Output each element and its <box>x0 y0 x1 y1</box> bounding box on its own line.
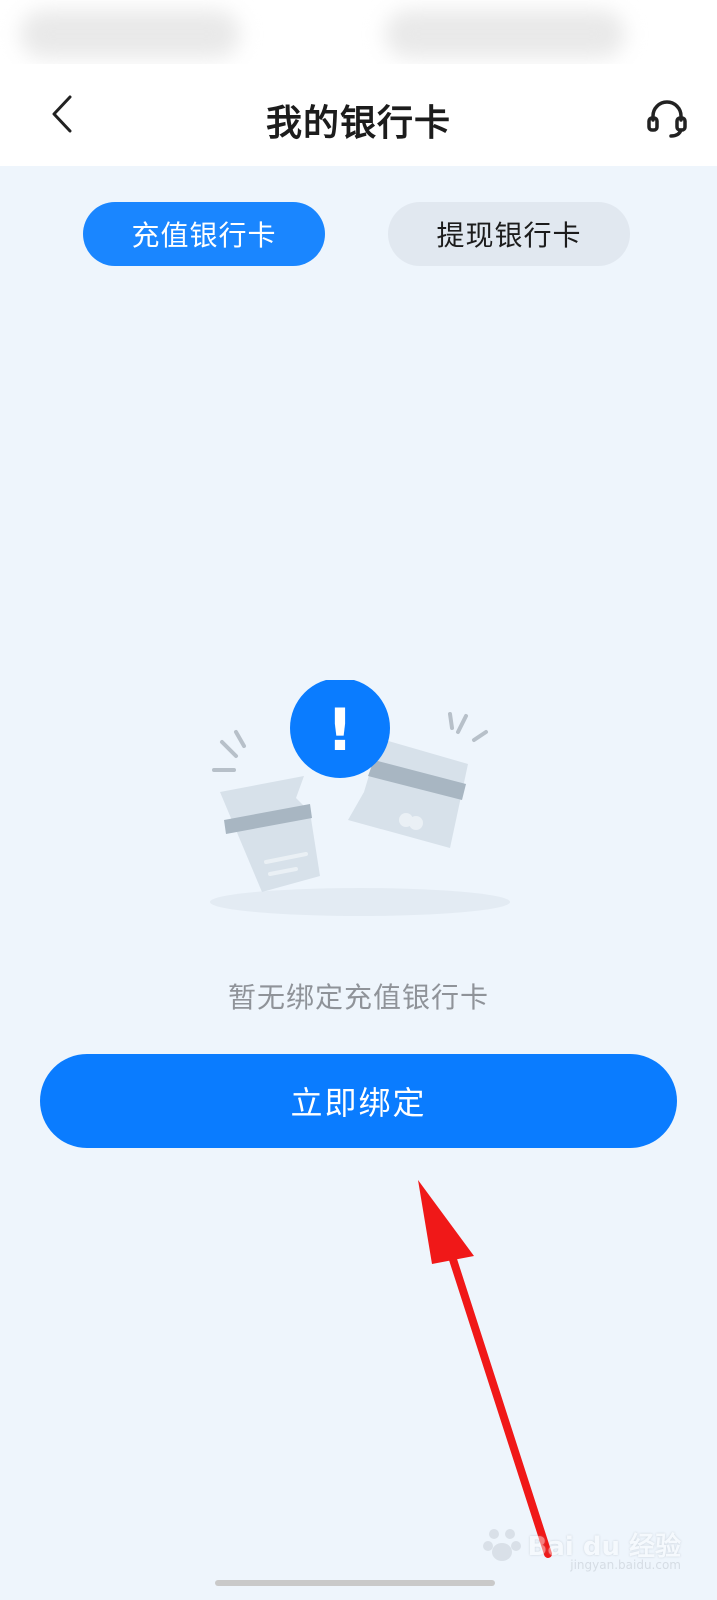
watermark: Bai du 经验 jingyan.baidu.com <box>482 1524 682 1572</box>
status-bar-right-blurred <box>385 10 625 58</box>
nav-bar: 我的银行卡 <box>0 64 717 166</box>
tab-withdraw-card[interactable]: 提现银行卡 <box>388 202 630 266</box>
bind-now-button[interactable]: 立即绑定 <box>40 1054 677 1148</box>
headset-icon <box>647 100 687 138</box>
watermark-brand: Bai du 经验 <box>527 1531 682 1562</box>
status-bar-left-blurred <box>20 10 240 58</box>
home-indicator[interactable] <box>215 1580 495 1586</box>
annotation-arrow <box>418 1180 552 1558</box>
paw-icon <box>482 1529 521 1561</box>
status-bar <box>0 0 717 64</box>
empty-state-message: 暂无绑定充值银行卡 <box>227 981 489 1014</box>
customer-service-button[interactable] <box>643 94 691 142</box>
tab-recharge-card[interactable]: 充值银行卡 <box>83 202 325 266</box>
watermark-url: jingyan.baidu.com <box>570 1558 681 1572</box>
alert-symbol: ! <box>327 696 353 764</box>
broken-card-icon: ! <box>210 680 510 916</box>
page-title: 我的银行卡 <box>265 103 451 144</box>
